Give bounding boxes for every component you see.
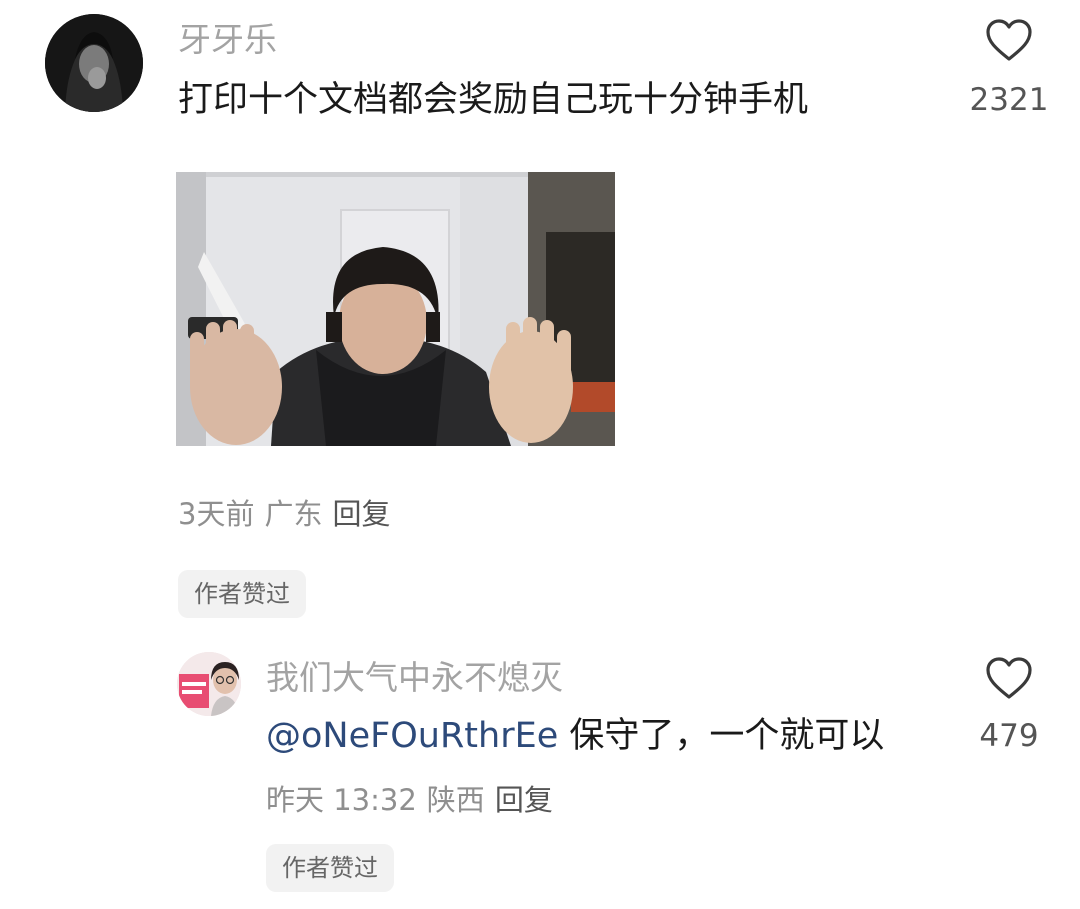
location: 广东	[264, 497, 323, 531]
avatar[interactable]	[45, 14, 143, 112]
like-count: 479	[979, 718, 1039, 754]
comment-text[interactable]: @oNeFOuRthrEe 保守了，一个就可以	[266, 714, 884, 758]
author-liked-badge: 作者赞过	[178, 570, 306, 618]
heart-outline-icon[interactable]	[985, 18, 1033, 62]
comment-text[interactable]: 打印十个文档都会奖励自己玩十分钟手机	[178, 78, 808, 122]
avatar-image	[45, 14, 143, 112]
like-count: 2321	[969, 82, 1049, 118]
heart-outline-icon[interactable]	[985, 656, 1033, 700]
photo-icon	[176, 172, 615, 446]
reply-button[interactable]: 回复	[495, 783, 553, 817]
mention-link[interactable]: @oNeFOuRthrEe	[266, 716, 558, 756]
comment-meta: 昨天 13:32 陕西 回复	[266, 782, 553, 818]
author-liked-badge: 作者赞过	[266, 844, 394, 892]
avatar-image	[177, 652, 241, 716]
reply-button[interactable]: 回复	[332, 497, 390, 531]
comment-body: 保守了，一个就可以	[569, 716, 885, 756]
comment-meta: 3天前 广东 回复	[178, 496, 390, 532]
username[interactable]: 牙牙乐	[178, 20, 277, 60]
username[interactable]: 我们大气中永不熄灭	[266, 658, 563, 698]
location: 陕西	[426, 783, 485, 817]
avatar[interactable]	[177, 652, 241, 716]
timestamp: 昨天 13:32	[266, 783, 417, 817]
comment-image[interactable]	[176, 172, 615, 446]
timestamp: 3天前	[178, 497, 255, 531]
